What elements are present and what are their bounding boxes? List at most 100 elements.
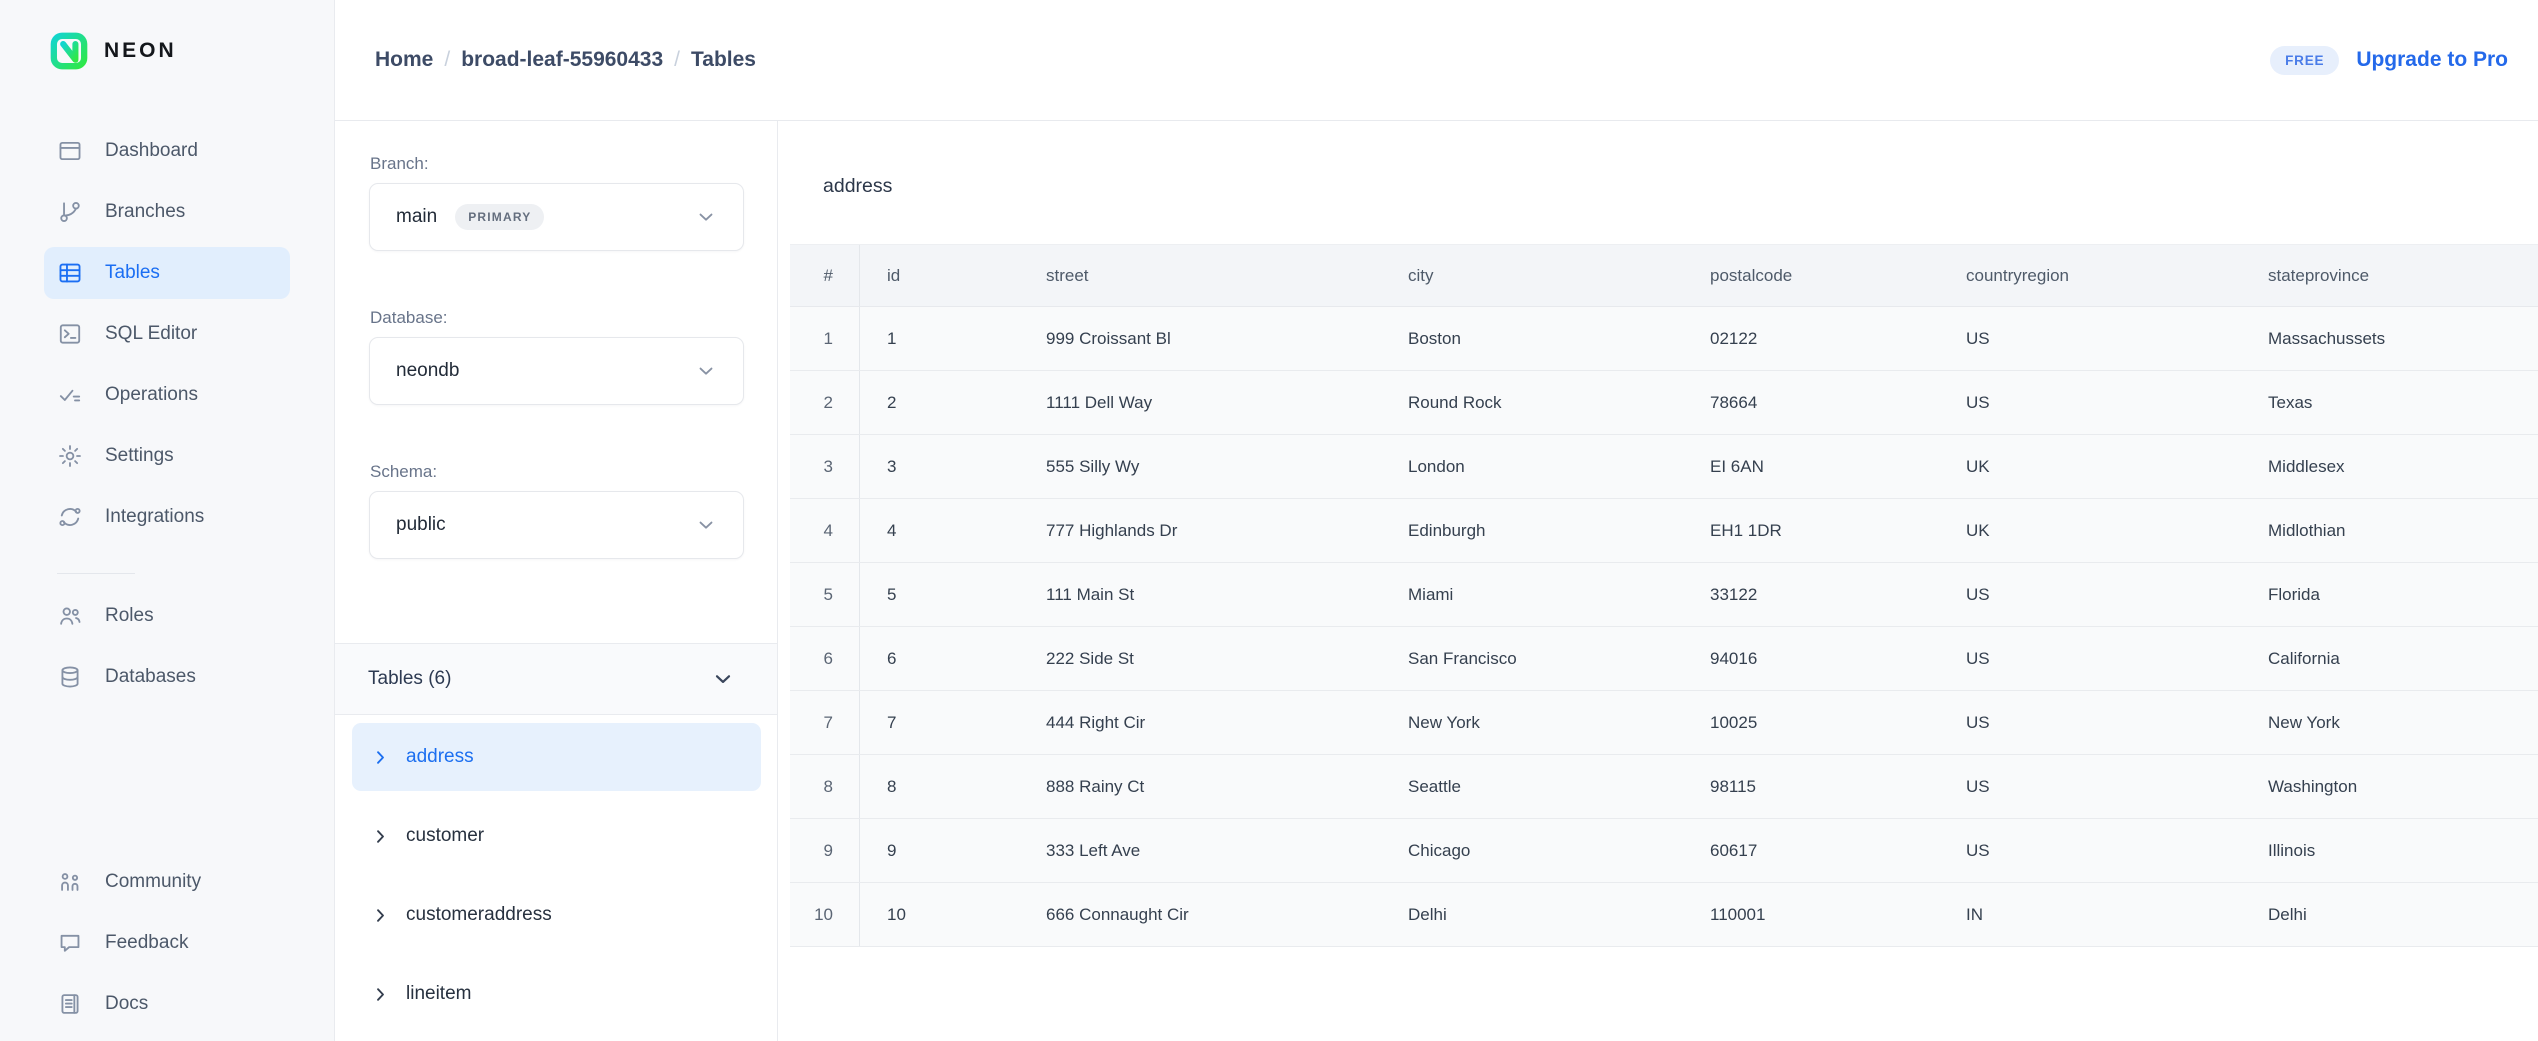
- column-header-rownum[interactable]: #: [790, 245, 860, 306]
- table-cell: Florida: [2268, 585, 2538, 605]
- sidebar-item-feedback[interactable]: Feedback: [44, 917, 290, 969]
- column-header-stateprovince[interactable]: stateprovince: [2268, 266, 2538, 286]
- branches-icon: [57, 199, 83, 225]
- sidebar-spacer: [0, 712, 334, 803]
- brand-logo[interactable]: NEON: [48, 30, 334, 72]
- branch-label: Branch:: [370, 154, 777, 174]
- table-cell: US: [1966, 777, 2268, 797]
- table-cell: Texas: [2268, 393, 2538, 413]
- operations-icon: [57, 382, 83, 408]
- table-row[interactable]: 55111 Main StMiami33122USFlorida: [790, 563, 2538, 627]
- breadcrumb-home[interactable]: Home: [375, 48, 433, 72]
- database-select[interactable]: neondb: [369, 337, 744, 405]
- plan-badge: FREE: [2270, 46, 2339, 75]
- roles-icon: [57, 603, 83, 629]
- table-list-item-lineitem[interactable]: lineitem: [352, 960, 761, 1028]
- sidebar-item-settings[interactable]: Settings: [44, 430, 290, 482]
- chevron-right-icon: [372, 907, 389, 924]
- breadcrumb-separator: /: [444, 48, 450, 72]
- table-cell: 2: [790, 371, 860, 434]
- chevron-down-icon: [695, 514, 717, 536]
- sidebar-item-tables[interactable]: Tables: [44, 247, 290, 299]
- sidebar-item-dashboard[interactable]: Dashboard: [44, 125, 290, 177]
- integrations-icon: [57, 504, 83, 530]
- tables-count-label: Tables (6): [368, 668, 451, 690]
- table-cell: 9: [860, 841, 1046, 861]
- table-cell: EH1 1DR: [1710, 521, 1966, 541]
- table-body: 11999 Croissant BlBoston02122USMassachus…: [790, 307, 2538, 947]
- table-cell: US: [1966, 713, 2268, 733]
- table-list-item-customer[interactable]: customer: [352, 802, 761, 870]
- sidebar-nav-bottom: Community Feedback Docs: [0, 856, 334, 1041]
- table-row[interactable]: 77444 Right CirNew York10025USNew York: [790, 691, 2538, 755]
- table-cell: Delhi: [2268, 905, 2538, 925]
- table-cell: 110001: [1710, 905, 1966, 925]
- table-cell: US: [1966, 585, 2268, 605]
- top-header: Home / broad-leaf-55960433 / Tables FREE…: [335, 0, 2538, 121]
- table-cell: 3: [860, 457, 1046, 477]
- column-header-id[interactable]: id: [860, 266, 1046, 286]
- table-cell: 1: [790, 307, 860, 370]
- table-cell: 9: [790, 819, 860, 882]
- table-cell: EI 6AN: [1710, 457, 1966, 477]
- table-row[interactable]: 66222 Side StSan Francisco94016USCalifor…: [790, 627, 2538, 691]
- table-view: address # id street city postalcode coun…: [778, 121, 2538, 1041]
- table-row[interactable]: 99333 Left AveChicago60617USIllinois: [790, 819, 2538, 883]
- sidebar-item-roles[interactable]: Roles: [44, 590, 290, 642]
- upgrade-to-pro-link[interactable]: Upgrade to Pro: [2356, 48, 2508, 72]
- table-cell: Chicago: [1408, 841, 1710, 861]
- column-header-street[interactable]: street: [1046, 266, 1408, 286]
- page-title: address: [823, 175, 2538, 198]
- table-cell: California: [2268, 649, 2538, 669]
- sidebar-item-sql-editor[interactable]: SQL Editor: [44, 308, 290, 360]
- feedback-icon: [57, 930, 83, 956]
- table-cell: 78664: [1710, 393, 1966, 413]
- sidebar-item-branches[interactable]: Branches: [44, 186, 290, 238]
- table-row[interactable]: 1010666 Connaught CirDelhi110001INDelhi: [790, 883, 2538, 947]
- table-cell: 5: [790, 563, 860, 626]
- table-cell: 6: [790, 627, 860, 690]
- plan-area: FREE Upgrade to Pro: [2270, 46, 2508, 75]
- table-list-item-customeraddress[interactable]: customeraddress: [352, 881, 761, 949]
- branch-select[interactable]: main PRIMARY: [369, 183, 744, 251]
- table-cell: Miami: [1408, 585, 1710, 605]
- table-cell: New York: [1408, 713, 1710, 733]
- column-header-postalcode[interactable]: postalcode: [1710, 266, 1966, 286]
- community-icon: [57, 869, 83, 895]
- sidebar: NEON Dashboard Branches Tables SQL Edito…: [0, 0, 335, 1041]
- content-area: Branch: main PRIMARY Database: neondb Sc…: [335, 121, 2538, 1041]
- breadcrumb-page[interactable]: Tables: [691, 48, 756, 72]
- table-cell: 5: [860, 585, 1046, 605]
- table-cell: Boston: [1408, 329, 1710, 349]
- sidebar-nav-secondary: Roles Databases: [0, 590, 334, 712]
- table-cell: 7: [860, 713, 1046, 733]
- table-list-item-address[interactable]: address: [352, 723, 761, 791]
- table-row[interactable]: 33555 Silly WyLondonEI 6ANUKMiddlesex: [790, 435, 2538, 499]
- table-row[interactable]: 221111 Dell WayRound Rock78664USTexas: [790, 371, 2538, 435]
- table-row[interactable]: 11999 Croissant BlBoston02122USMassachus…: [790, 307, 2538, 371]
- breadcrumb-project[interactable]: broad-leaf-55960433: [461, 48, 663, 72]
- sidebar-item-databases[interactable]: Databases: [44, 651, 290, 703]
- sidebar-item-operations[interactable]: Operations: [44, 369, 290, 421]
- chevron-right-icon: [372, 986, 389, 1003]
- table-cell: 4: [860, 521, 1046, 541]
- column-header-countryregion[interactable]: countryregion: [1966, 266, 2268, 286]
- breadcrumb-separator: /: [674, 48, 680, 72]
- table-cell: US: [1966, 393, 2268, 413]
- breadcrumb: Home / broad-leaf-55960433 / Tables: [375, 48, 756, 72]
- sidebar-item-community[interactable]: Community: [44, 856, 290, 908]
- sidebar-item-integrations[interactable]: Integrations: [44, 491, 290, 543]
- table-cell: Edinburgh: [1408, 521, 1710, 541]
- schema-select[interactable]: public: [369, 491, 744, 559]
- table-row[interactable]: 44777 Highlands DrEdinburghEH1 1DRUKMidl…: [790, 499, 2538, 563]
- table-cell: 888 Rainy Ct: [1046, 777, 1408, 797]
- column-header-city[interactable]: city: [1408, 266, 1710, 286]
- table-cell: Massachussets: [2268, 329, 2538, 349]
- table-cell: US: [1966, 329, 2268, 349]
- tables-section-header[interactable]: Tables (6): [335, 643, 777, 715]
- table-cell: 2: [860, 393, 1046, 413]
- table-row[interactable]: 88888 Rainy CtSeattle98115USWashington: [790, 755, 2538, 819]
- sidebar-item-docs[interactable]: Docs: [44, 978, 290, 1030]
- table-cell: Middlesex: [2268, 457, 2538, 477]
- table-cell: 10: [790, 883, 860, 946]
